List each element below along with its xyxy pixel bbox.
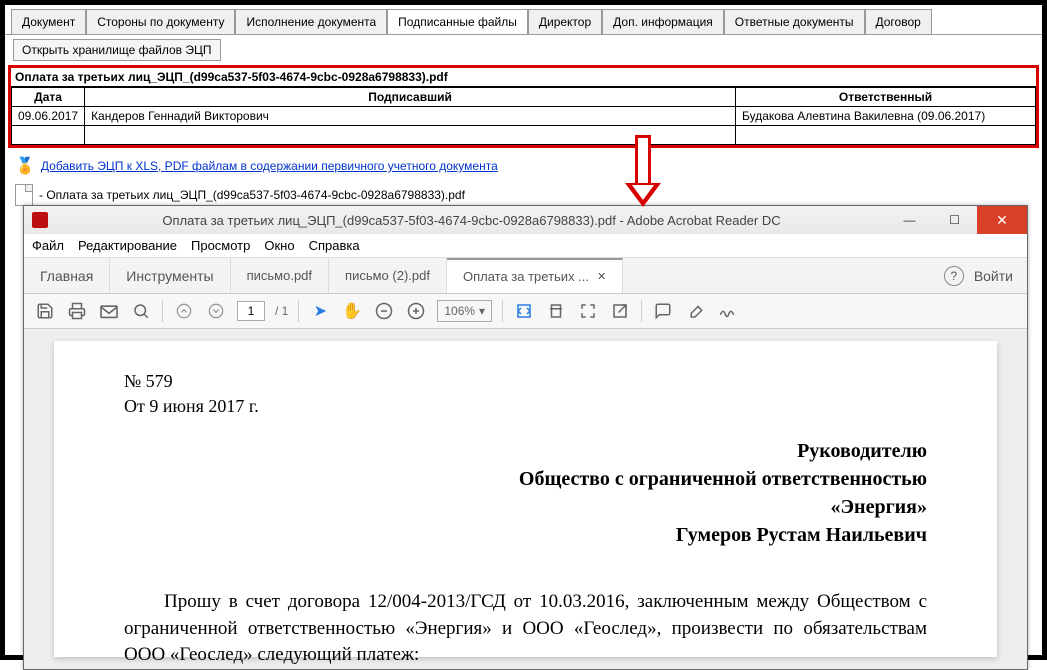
page-up-icon[interactable] <box>173 300 195 322</box>
fit-page-icon[interactable] <box>545 300 567 322</box>
tab-tools[interactable]: Инструменты <box>110 258 230 293</box>
top-tab-2[interactable]: Исполнение документа <box>235 9 387 34</box>
fit-width-icon[interactable] <box>513 300 535 322</box>
adobe-menu: Файл Редактирование Просмотр Окно Справка <box>24 234 1027 258</box>
file-icon <box>15 184 33 206</box>
close-tab-icon[interactable]: ✕ <box>597 270 606 283</box>
cell-responsible: Будакова Алевтина Вакилевна (09.06.2017) <box>736 107 1036 126</box>
add-signature-link[interactable]: Добавить ЭЦП к XLS, PDF файлам в содержа… <box>41 159 498 173</box>
top-tab-1[interactable]: Стороны по документу <box>86 9 235 34</box>
menu-2[interactable]: Просмотр <box>191 238 250 253</box>
top-tab-3[interactable]: Подписанные файлы <box>387 9 528 34</box>
filename-bar: Оплата за третьих лиц_ЭЦП_(d99ca537-5f03… <box>11 68 1036 87</box>
file-list-item[interactable]: - Оплата за третьих лиц_ЭЦП_(d99ca537-5f… <box>39 188 465 202</box>
page-number-input[interactable] <box>237 301 265 321</box>
mail-icon[interactable] <box>98 300 120 322</box>
close-button[interactable]: ✕ <box>977 206 1027 234</box>
top-tab-0[interactable]: Документ <box>11 9 86 34</box>
document-page: № 579 От 9 июня 2017 г. Руководителю Общ… <box>54 341 997 657</box>
pointer-icon[interactable]: ➤ <box>309 300 331 322</box>
maximize-button[interactable]: ☐ <box>932 206 977 234</box>
top-tab-4[interactable]: Директор <box>528 9 602 34</box>
zoom-dropdown[interactable]: 106%▾ <box>437 300 492 322</box>
col-signer-header: Подписавший <box>85 88 736 107</box>
doc-tab-1[interactable]: письмо (2).pdf <box>329 258 447 293</box>
sign-icon[interactable] <box>716 300 738 322</box>
minimize-button[interactable]: — <box>887 206 932 234</box>
arrow-annotation <box>625 135 661 207</box>
doc-tab-2[interactable]: Оплата за третьих ...✕ <box>447 258 623 293</box>
top-tab-5[interactable]: Доп. информация <box>602 9 724 34</box>
tab-home[interactable]: Главная <box>24 258 110 293</box>
table-row-empty <box>12 126 1036 145</box>
menu-4[interactable]: Справка <box>309 238 360 253</box>
top-tab-6[interactable]: Ответные документы <box>724 9 865 34</box>
doc-date: От 9 июня 2017 г. <box>124 396 927 417</box>
share-icon[interactable] <box>609 300 631 322</box>
print-icon[interactable] <box>66 300 88 322</box>
page-down-icon[interactable] <box>205 300 227 322</box>
button-row: Открыть хранилище файлов ЭЦП <box>5 35 1042 65</box>
zoom-in-icon[interactable] <box>405 300 427 322</box>
fullscreen-icon[interactable] <box>577 300 599 322</box>
table-row[interactable]: 09.06.2017 Кандеров Геннадий Викторович … <box>12 107 1036 126</box>
adobe-window: Оплата за третьих лиц_ЭЦП_(d99ca537-5f03… <box>23 205 1028 670</box>
highlight-icon[interactable] <box>684 300 706 322</box>
menu-3[interactable]: Окно <box>264 238 294 253</box>
help-icon[interactable]: ? <box>944 266 964 286</box>
zoom-out-icon[interactable] <box>373 300 395 322</box>
doc-addressee: Руководителю Общество с ограниченной отв… <box>124 437 927 549</box>
doc-number: № 579 <box>124 371 927 392</box>
doc-tab-0[interactable]: письмо.pdf <box>231 258 329 293</box>
signature-table: Дата Подписавший Ответственный 09.06.201… <box>11 87 1036 145</box>
adobe-tabs-row: Главная Инструменты письмо.pdfписьмо (2)… <box>24 258 1027 294</box>
menu-1[interactable]: Редактирование <box>78 238 177 253</box>
highlight-box: Оплата за третьих лиц_ЭЦП_(d99ca537-5f03… <box>8 65 1039 148</box>
col-responsible-header: Ответственный <box>736 88 1036 107</box>
cell-signer: Кандеров Геннадий Викторович <box>85 107 736 126</box>
doc-body: Прошу в счет договора 12/004-2013/ГСД от… <box>124 589 927 669</box>
pdf-icon <box>32 212 48 228</box>
adobe-title-text: Оплата за третьих лиц_ЭЦП_(d99ca537-5f03… <box>56 213 887 228</box>
top-tab-7[interactable]: Договор <box>865 9 932 34</box>
open-storage-button[interactable]: Открыть хранилище файлов ЭЦП <box>13 39 221 61</box>
top-tabs: ДокументСтороны по документуИсполнение д… <box>5 5 1042 35</box>
save-icon[interactable] <box>34 300 56 322</box>
col-date-header: Дата <box>12 88 85 107</box>
ribbon-icon: 🏅 <box>15 156 35 176</box>
page-total: / 1 <box>275 304 288 318</box>
menu-0[interactable]: Файл <box>32 238 64 253</box>
hand-icon[interactable]: ✋ <box>341 300 363 322</box>
cell-date: 09.06.2017 <box>12 107 85 126</box>
search-icon[interactable] <box>130 300 152 322</box>
adobe-titlebar: Оплата за третьих лиц_ЭЦП_(d99ca537-5f03… <box>24 206 1027 234</box>
login-link[interactable]: Войти <box>974 268 1013 284</box>
comment-icon[interactable] <box>652 300 674 322</box>
adobe-toolbar: / 1 ➤ ✋ 106%▾ <box>24 294 1027 329</box>
adobe-content: № 579 От 9 июня 2017 г. Руководителю Общ… <box>24 329 1027 669</box>
